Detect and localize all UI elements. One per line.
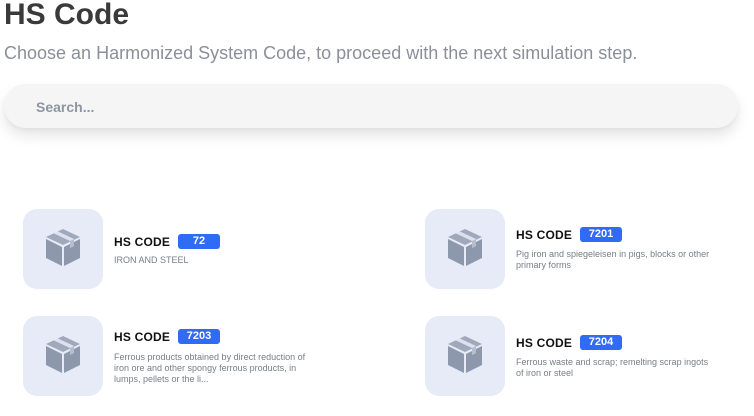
hs-code-description: IRON AND STEEL [114, 255, 189, 265]
package-box-icon [442, 331, 488, 382]
package-box-icon [442, 224, 488, 275]
page-subtitle: Choose an Harmonized System Code, to pro… [4, 43, 638, 63]
hs-code-description: Ferrous waste and scrap; remelting scrap… [516, 357, 709, 378]
hs-code-label: HS CODE [114, 235, 171, 249]
package-box-icon [40, 224, 86, 275]
page-title: HS Code [4, 0, 130, 31]
hs-code-description: Pig iron and spiegeleisen in pigs, block… [516, 249, 710, 270]
hs-code-badge: 72 [178, 234, 220, 249]
search-bar[interactable] [4, 84, 738, 130]
package-box-icon [40, 331, 86, 382]
hs-code-badge: 7201 [580, 227, 622, 242]
card-icon-container [23, 209, 103, 289]
hs-code-badge: 7203 [178, 329, 220, 344]
hs-code-badge: 7204 [580, 335, 622, 350]
card-icon-container [425, 316, 505, 396]
search-input[interactable] [34, 84, 718, 130]
hs-code-card-7204[interactable]: HS CODE 7204 Ferrous waste and scrap; re… [425, 316, 725, 398]
card-icon-container [23, 316, 103, 396]
hs-code-label: HS CODE [516, 228, 573, 242]
hs-code-label: HS CODE [516, 336, 573, 350]
card-icon-container [425, 209, 505, 289]
hs-code-label: HS CODE [114, 330, 171, 344]
hs-code-card-7201[interactable]: HS CODE 7201 Pig iron and spiegeleisen i… [425, 209, 725, 291]
hs-code-card-72[interactable]: HS CODE 72 IRON AND STEEL [23, 209, 323, 291]
hs-code-description: Ferrous products obtained by direct redu… [114, 352, 306, 384]
hs-code-card-7203[interactable]: HS CODE 7203 Ferrous products obtained b… [23, 316, 323, 398]
